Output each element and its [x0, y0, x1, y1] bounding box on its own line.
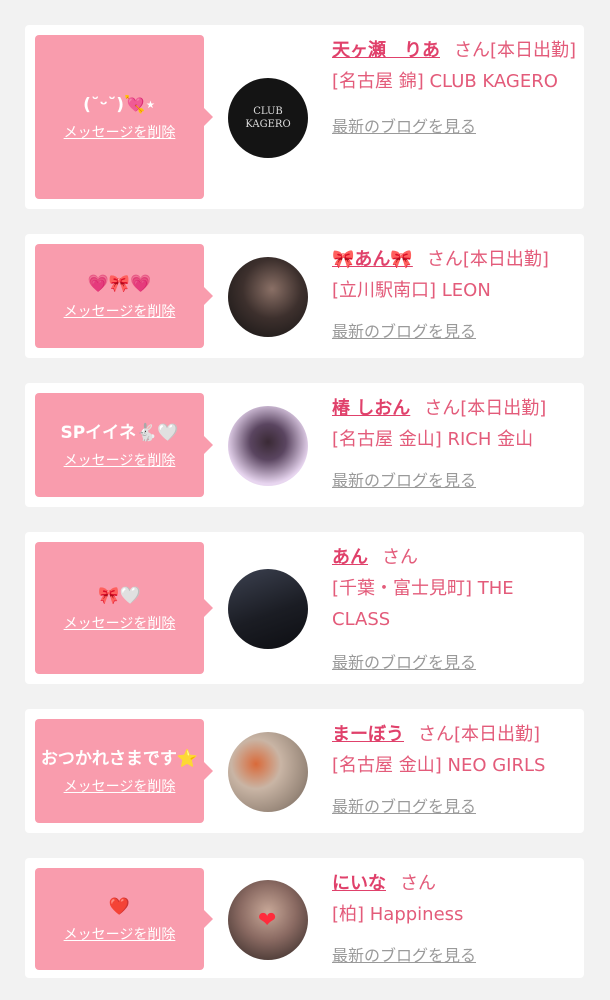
- message-text: 💗🎀💗: [87, 274, 152, 294]
- shop-location: [名古屋 金山] NEO GIRLS: [332, 755, 546, 776]
- avatar[interactable]: ❤: [228, 880, 308, 960]
- message-bubble: 💗🎀💗 メッセージを削除: [35, 244, 213, 348]
- latest-blog-link[interactable]: 最新のブログを見る: [332, 940, 577, 971]
- message-text: 🎀🤍: [98, 586, 141, 606]
- delete-message-link[interactable]: メッセージを削除: [64, 924, 176, 944]
- latest-blog-link[interactable]: 最新のブログを見る: [332, 791, 577, 822]
- cast-name-link[interactable]: あん: [332, 547, 368, 568]
- delete-message-link[interactable]: メッセージを削除: [64, 301, 176, 321]
- work-status: [本日出勤]: [460, 398, 547, 419]
- delete-message-link[interactable]: メッセージを削除: [64, 450, 176, 470]
- avatar[interactable]: [228, 406, 308, 486]
- cast-name-link[interactable]: にいな: [332, 873, 386, 894]
- honorific: さん: [418, 724, 454, 745]
- cast-info: にいな さん [柏] Happiness 最新のブログを見る: [332, 868, 577, 971]
- message-text: SPイイネ🐇🤍: [60, 423, 179, 443]
- honorific: さん: [426, 249, 463, 270]
- honorific: さん: [400, 873, 436, 894]
- message-text: (˘ᵕ˘)💘⋆: [83, 95, 156, 115]
- cast-name-line: まーぼう さん[本日出勤]: [332, 719, 577, 750]
- message-text: ❤️: [108, 897, 131, 917]
- latest-blog-link[interactable]: 最新のブログを見る: [332, 647, 577, 678]
- message-card: おつかれさまです⭐️ メッセージを削除 まーぼう さん[本日出勤] [名古屋 金山…: [25, 709, 584, 833]
- shop-location: [立川駅南口] LEON: [332, 280, 491, 301]
- cast-name-link[interactable]: 椿 しおん: [332, 398, 410, 419]
- latest-blog-link[interactable]: 最新のブログを見る: [332, 465, 577, 496]
- cast-name-line: 天ヶ瀬 りあ さん[本日出勤]: [332, 35, 577, 66]
- work-status: [本日出勤]: [462, 249, 549, 270]
- message-text: おつかれさまです⭐️: [40, 749, 199, 769]
- latest-blog-link[interactable]: 最新のブログを見る: [332, 316, 577, 347]
- honorific: さん: [454, 40, 490, 61]
- message-bubble: ❤️ メッセージを削除: [35, 868, 213, 970]
- avatar[interactable]: [228, 569, 308, 649]
- heart-sticker-icon: ❤: [258, 908, 277, 933]
- cast-name-line: あん さん: [332, 542, 577, 573]
- work-status: [本日出勤]: [490, 40, 577, 61]
- message-bubble: 🎀🤍 メッセージを削除: [35, 542, 213, 674]
- avatar[interactable]: [228, 257, 308, 337]
- message-card: SPイイネ🐇🤍 メッセージを削除 椿 しおん さん[本日出勤] [名古屋 金山] …: [25, 383, 584, 507]
- cast-name-line: にいな さん: [332, 868, 577, 899]
- cast-name-link[interactable]: まーぼう: [332, 724, 404, 745]
- cast-info: まーぼう さん[本日出勤] [名古屋 金山] NEO GIRLS 最新のブログを見…: [332, 719, 577, 822]
- delete-message-link[interactable]: メッセージを削除: [64, 613, 176, 633]
- shop-location: [柏] Happiness: [332, 904, 464, 925]
- message-card: ❤️ メッセージを削除 ❤ にいな さん [柏] Happiness 最新のブログ…: [25, 858, 584, 978]
- message-bubble: (˘ᵕ˘)💘⋆ メッセージを削除: [35, 35, 213, 199]
- message-card: 🎀🤍 メッセージを削除 あん さん [千葉・富士見町] THE CLASS 最新の…: [25, 532, 584, 684]
- honorific: さん: [424, 398, 461, 419]
- cast-info: あん さん [千葉・富士見町] THE CLASS 最新のブログを見る: [332, 542, 577, 678]
- cast-name-link[interactable]: 🎀あん🎀: [332, 249, 413, 270]
- latest-blog-link[interactable]: 最新のブログを見る: [332, 111, 577, 142]
- message-bubble: おつかれさまです⭐️ メッセージを削除: [35, 719, 213, 823]
- cast-name-line: 椿 しおん さん[本日出勤]: [332, 393, 577, 424]
- work-status: [本日出勤]: [454, 724, 541, 745]
- cast-name-link[interactable]: 天ヶ瀬 りあ: [332, 40, 440, 61]
- avatar[interactable]: CLUB KAGERO: [228, 78, 308, 158]
- message-card: 💗🎀💗 メッセージを削除 🎀あん🎀 さん[本日出勤] [立川駅南口] LEON 最…: [25, 234, 584, 358]
- cast-info: 🎀あん🎀 さん[本日出勤] [立川駅南口] LEON 最新のブログを見る: [332, 244, 577, 347]
- message-bubble: SPイイネ🐇🤍 メッセージを削除: [35, 393, 213, 497]
- delete-message-link[interactable]: メッセージを削除: [64, 776, 176, 796]
- shop-location: [千葉・富士見町] THE CLASS: [332, 578, 514, 630]
- shop-location: [名古屋 金山] RICH 金山: [332, 429, 534, 450]
- shop-location: [名古屋 錦] CLUB KAGERO: [332, 71, 558, 92]
- message-card: (˘ᵕ˘)💘⋆ メッセージを削除 CLUB KAGERO 天ヶ瀬 りあ さん[本日…: [25, 25, 584, 209]
- cast-info: 椿 しおん さん[本日出勤] [名古屋 金山] RICH 金山 最新のブログを見る: [332, 393, 577, 496]
- cast-info: 天ヶ瀬 りあ さん[本日出勤] [名古屋 錦] CLUB KAGERO 最新のブロ…: [332, 35, 577, 142]
- avatar[interactable]: [228, 732, 308, 812]
- cast-name-line: 🎀あん🎀 さん[本日出勤]: [332, 244, 577, 275]
- avatar-logo-text: CLUB KAGERO: [245, 106, 291, 130]
- honorific: さん: [382, 547, 418, 568]
- delete-message-link[interactable]: メッセージを削除: [64, 122, 176, 142]
